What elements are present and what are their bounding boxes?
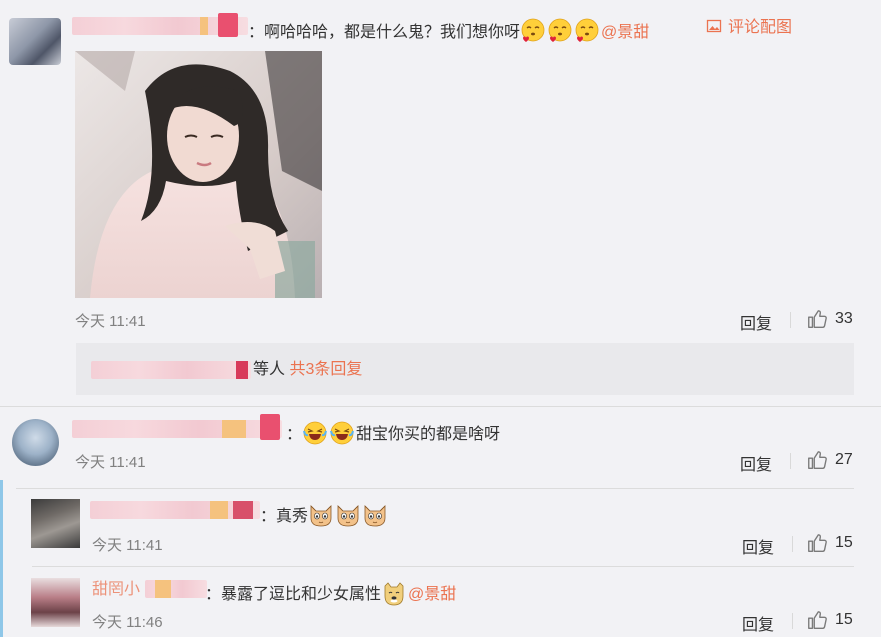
thumbs-up-icon[interactable] <box>806 609 828 631</box>
in-love-face-icon <box>547 18 573 44</box>
comment-text: ：啊哈哈哈，都是什么鬼？我们想你呀 @景甜 <box>248 18 649 44</box>
username-blurred <box>91 361 251 379</box>
thread-suffix: 等人 <box>253 361 286 378</box>
comment-time: 今天 11:41 <box>75 313 146 330</box>
reply-button[interactable]: 回复 <box>742 611 774 635</box>
picture-icon <box>706 18 722 34</box>
username[interactable]: 甜罔小 <box>92 580 140 600</box>
reply-time: 今天 11:41 <box>92 537 163 554</box>
avatar[interactable] <box>31 499 80 548</box>
reply-text: ：真秀 <box>260 502 389 528</box>
divider <box>790 453 791 469</box>
username-blurred[interactable] <box>90 501 260 519</box>
avatar[interactable] <box>9 18 61 65</box>
reply-time: 今天 11:46 <box>92 614 163 631</box>
cat-face-icon <box>308 502 334 528</box>
comment-text: ：甜宝你买的都是啥呀 <box>286 420 500 446</box>
doge-icon <box>381 580 407 606</box>
cat-face-icon <box>362 502 388 528</box>
in-love-face-icon <box>520 18 546 44</box>
thumbs-up-icon[interactable] <box>806 308 828 330</box>
separator <box>32 566 854 567</box>
view-replies-link[interactable]: 共3条回复 <box>289 361 362 378</box>
like-count: 15 <box>835 611 853 628</box>
comment-time: 今天 11:41 <box>75 454 146 471</box>
like-count: 33 <box>835 310 853 327</box>
portrait-photo <box>75 51 322 298</box>
comment-picture-link[interactable]: 评论配图 <box>706 18 792 38</box>
cat-face-icon <box>335 502 361 528</box>
mention-link[interactable]: @景甜 <box>601 24 649 41</box>
divider <box>792 536 793 552</box>
divider <box>790 312 791 328</box>
reply-button[interactable]: 回复 <box>742 534 774 558</box>
username-blurred[interactable] <box>72 414 282 440</box>
like-count: 27 <box>835 451 853 468</box>
tears-of-joy-icon <box>302 420 328 446</box>
reply-button[interactable]: 回复 <box>740 451 772 475</box>
reply-thread-summary[interactable]: 等人 共3条回复 <box>76 343 854 395</box>
divider <box>792 613 793 629</box>
mention-link[interactable]: @景甜 <box>408 586 456 603</box>
separator <box>0 406 881 407</box>
avatar[interactable] <box>31 578 80 627</box>
tears-of-joy-icon <box>329 420 355 446</box>
username-blurred[interactable] <box>72 13 248 37</box>
reply-text: ：暴露了逗比和少女属性 @景甜 <box>205 580 456 606</box>
reply-button[interactable]: 回复 <box>740 310 772 334</box>
thumbs-up-icon[interactable] <box>806 532 828 554</box>
username-blurred <box>145 580 207 598</box>
thumbs-up-icon[interactable] <box>806 449 828 471</box>
reply-accent-bar <box>0 480 3 637</box>
like-count: 15 <box>835 534 853 551</box>
avatar[interactable] <box>12 419 59 466</box>
comment-image[interactable] <box>75 51 322 298</box>
in-love-face-icon <box>574 18 600 44</box>
separator <box>16 488 854 489</box>
